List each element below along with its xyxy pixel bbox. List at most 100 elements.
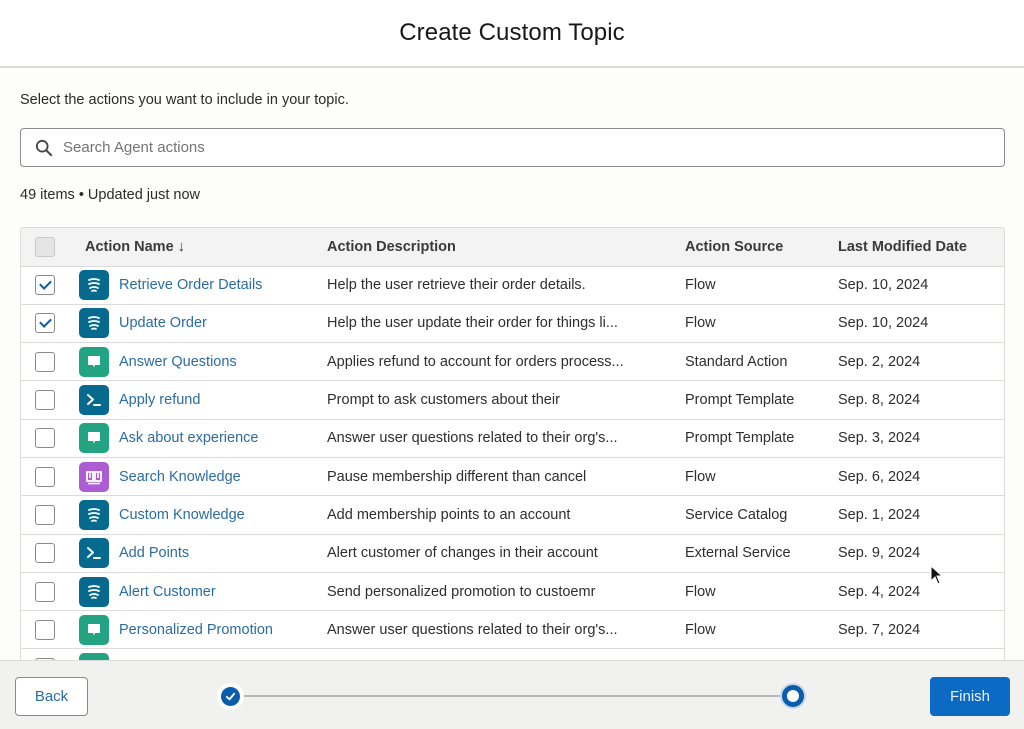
search-input[interactable] [63,139,1004,156]
action-source-cell: Flow [685,304,838,344]
action-source-cell [685,648,838,660]
table-row[interactable]: Ask about experience Answer user question… [21,419,1004,458]
action-name-link[interactable]: Custom Knowledge [119,507,245,523]
action-name-cell: Update Order [69,304,327,344]
back-button[interactable]: Back [15,677,88,716]
search-icon [35,139,53,156]
table-row[interactable]: Answer Questions Applies refund to accoun… [21,342,1004,382]
column-label: Action Name [85,238,174,255]
action-description-cell: Answer user questions related to their o… [327,419,685,458]
modal-footer: Back Finish [0,660,1024,729]
action-name-cell [69,648,327,660]
progress-indicator [218,683,808,709]
chat-icon [79,346,109,377]
modal-body: Select the actions you want to include i… [0,70,1024,660]
action-name-cell: Search Knowledge [69,457,327,497]
row-checkbox[interactable] [35,275,55,296]
row-checkbox[interactable] [35,504,55,525]
action-description-cell: Help the user retrieve their order detai… [327,266,685,305]
action-description-cell: Send personalized promotion to custoemr [327,572,685,612]
action-source-cell: Service Catalog [685,495,838,535]
table-row[interactable]: Custom Knowledge Add membership points to… [21,495,1004,535]
row-checkbox[interactable] [35,466,55,487]
action-description-cell: Answer user questions related to their o… [327,610,685,650]
action-name-link[interactable]: Answer Questions [119,354,237,370]
action-name-link[interactable]: Apply refund [119,392,200,408]
table-header-row: Action Name ↓ Action Description Action S… [21,228,1004,267]
select-all-cell [21,228,69,267]
modal-title: Create Custom Topic [399,19,625,46]
action-name-link[interactable]: Personalized Promotion [119,622,273,638]
table-row[interactable]: Retrieve Order Details Help the user retr… [21,266,1004,305]
row-select-cell [21,648,69,660]
action-name-cell: Add Points [69,534,327,573]
action-name-cell: Apply refund [69,380,327,420]
column-header-last-modified-date[interactable]: Last Modified Date [838,228,1004,267]
table-row[interactable]: Search Knowledge Pause membership differe… [21,457,1004,497]
last-modified-date-cell: Sep. 10, 2024 [838,304,1004,344]
column-header-action-description[interactable]: Action Description [327,228,685,267]
action-name-link[interactable]: Search Knowledge [119,469,241,485]
row-checkbox[interactable] [35,351,55,372]
action-name-cell: Custom Knowledge [69,495,327,535]
row-select-cell [21,610,69,650]
table-row[interactable] [21,648,1004,660]
flow-icon [79,499,109,530]
progress-step-2-current[interactable] [782,685,804,707]
check-icon [225,692,236,701]
last-modified-date-cell: Sep. 3, 2024 [838,419,1004,458]
last-modified-date-cell: Sep. 10, 2024 [838,266,1004,305]
row-checkbox[interactable] [35,390,55,411]
row-checkbox[interactable] [35,428,55,449]
last-modified-date-cell: Sep. 7, 2024 [838,610,1004,650]
row-checkbox[interactable] [35,313,55,334]
action-description-cell: Add membership points to an account [327,495,685,535]
action-source-cell: Prompt Template [685,380,838,420]
table-row[interactable]: Add Points Alert customer of changes in t… [21,534,1004,573]
column-header-action-source[interactable]: Action Source [685,228,838,267]
table-row[interactable]: Personalized Promotion Answer user questi… [21,610,1004,650]
action-description-cell: Applies refund to account for orders pro… [327,342,685,382]
last-modified-date-cell: Sep. 8, 2024 [838,380,1004,420]
action-name-cell: Ask about experience [69,419,327,458]
action-source-cell: Prompt Template [685,419,838,458]
actions-table: Action Name ↓ Action Description Action S… [20,227,1005,660]
column-header-action-name[interactable]: Action Name ↓ [69,228,327,267]
table-row[interactable]: Apply refund Prompt to ask customers abou… [21,380,1004,420]
action-name-cell: Personalized Promotion [69,610,327,650]
row-checkbox[interactable] [35,581,55,602]
last-modified-date-cell: Sep. 4, 2024 [838,572,1004,612]
progress-step-1-complete[interactable] [221,687,240,706]
action-name-link[interactable]: Retrieve Order Details [119,277,262,293]
action-source-cell: Flow [685,610,838,650]
finish-button[interactable]: Finish [930,677,1010,716]
chat-icon [79,423,109,454]
row-select-cell [21,495,69,535]
last-modified-date-cell: Sep. 1, 2024 [838,495,1004,535]
row-checkbox[interactable] [35,543,55,564]
row-select-cell [21,534,69,573]
row-select-cell [21,572,69,612]
instruction-text: Select the actions you want to include i… [20,92,349,108]
action-source-cell: Flow [685,266,838,305]
action-description-cell [327,648,685,660]
row-checkbox[interactable] [35,619,55,640]
action-name-link[interactable]: Add Points [119,545,189,561]
action-source-cell: Standard Action [685,342,838,382]
search-box[interactable] [20,128,1005,167]
action-description-cell: Help the user update their order for thi… [327,304,685,344]
action-source-cell: Flow [685,572,838,612]
action-name-cell: Retrieve Order Details [69,266,327,305]
action-name-link[interactable]: Ask about experience [119,430,258,446]
action-name-link[interactable]: Alert Customer [119,584,216,600]
flow-icon [79,270,109,301]
select-all-checkbox[interactable] [35,236,55,257]
table-row[interactable]: Update Order Help the user update their o… [21,304,1004,344]
action-name-link[interactable]: Update Order [119,315,207,331]
action-description-cell: Prompt to ask customers about their [327,380,685,420]
table-row[interactable]: Alert Customer Send personalized promotio… [21,572,1004,612]
sort-descending-icon: ↓ [177,238,185,255]
row-select-cell [21,380,69,420]
chat-icon [79,614,109,645]
knowledge-icon [79,461,109,492]
